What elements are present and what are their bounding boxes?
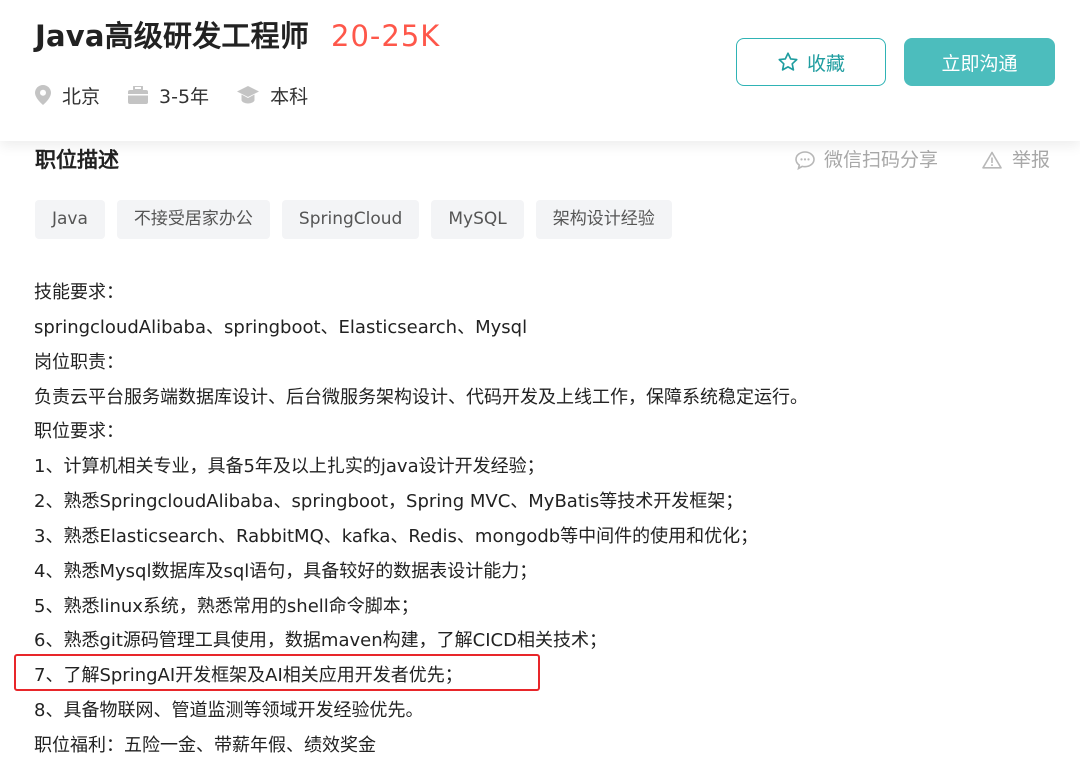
skill-tag: SpringCloud [281,200,420,239]
description-line: 1、计算机相关专业，具备5年及以上扎实的java设计开发经验； [34,456,545,478]
skill-tags: Java 不接受居家办公 SpringCloud MySQL 架构设计经验 [35,200,684,239]
education-text: 本科 [270,85,309,108]
description-line: springcloudAlibaba、springboot、Elasticsea… [34,316,528,338]
description-line: 岗位职责： [34,351,124,373]
favorite-button[interactable]: 收藏 [736,38,886,86]
meta-education: 本科 [237,82,308,109]
description-line: 6、熟悉git源码管理工具使用，数据maven构建，了解CICD相关技术； [34,630,607,652]
skill-tag: 架构设计经验 [535,200,672,239]
skill-tag: Java [35,200,105,239]
description-line: 技能要求： [34,282,124,303]
description-line-highlighted: 7、了解SpringAI开发框架及AI相关应用开发者优先； [34,665,463,687]
skill-tag: 不接受居家办公 [116,200,270,239]
description-line: 8、具备物联网、管道监测等领域开发经验优先。 [34,700,424,722]
skill-tag: MySQL [431,200,524,239]
job-header: Java高级研发工程师 20-25K 北京 3-5年 本科 收藏 立即沟通 [0,0,1080,141]
share-label: 微信扫码分享 [824,149,939,171]
chat-now-label: 立即沟通 [941,52,1018,75]
favorite-label: 收藏 [806,52,845,75]
job-meta: 北京 3-5年 本科 [35,80,336,110]
description-line: 职位要求： [34,421,124,443]
job-description: 技能要求： springcloudAlibaba、springboot、Elas… [34,276,1054,764]
location-pin-icon [35,85,51,105]
description-line: 2、熟悉SpringcloudAlibaba、springboot，Spring… [34,491,744,513]
chat-bubble-icon [795,150,815,170]
meta-location: 北京 [35,82,100,109]
wechat-share-link[interactable]: 微信扫码分享 [795,145,938,175]
warning-icon [982,151,1002,169]
report-link[interactable]: 举报 [982,145,1050,175]
section-title: 职位描述 [35,148,119,172]
job-salary: 20-25K [331,19,441,53]
description-line: 3、熟悉Elasticsearch、RabbitMQ、kafka、Redis、m… [34,525,759,547]
description-line: 4、熟悉Mysql数据库及sql语句，具备较好的数据表设计能力； [34,560,538,582]
location-text: 北京 [62,85,101,108]
job-title: Java高级研发工程师 [35,19,310,53]
report-label: 举报 [1012,149,1051,171]
description-line: 负责云平台服务端数据库设计、后台微服务架构设计、代码开发及上线工作，保障系统稳定… [34,386,808,408]
description-line: 5、熟悉linux系统，熟悉常用的shell命令脚本； [34,595,419,617]
briefcase-icon [128,86,149,104]
star-icon [778,52,798,71]
chat-now-button[interactable]: 立即沟通 [904,38,1055,86]
graduation-cap-icon [237,86,260,104]
description-line: 职位福利：五险一金、带薪年假、绩效奖金 [34,734,376,756]
meta-experience: 3-5年 [128,82,209,109]
experience-text: 3-5年 [159,85,210,108]
